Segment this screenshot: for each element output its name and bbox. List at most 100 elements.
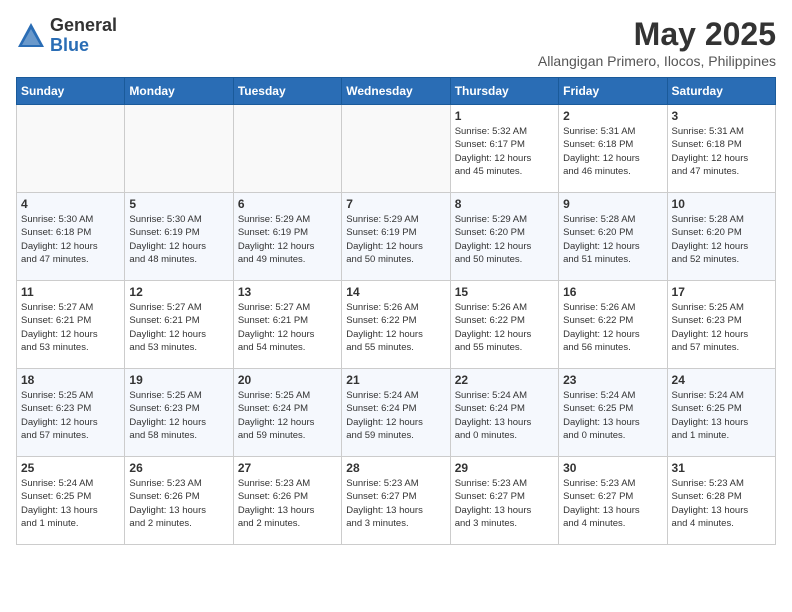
calendar-cell: 16 Sunrise: 5:26 AM Sunset: 6:22 PM Dayli…	[559, 281, 667, 369]
calendar-week-4: 18 Sunrise: 5:25 AM Sunset: 6:23 PM Dayli…	[17, 369, 776, 457]
day-number: 29	[455, 461, 554, 475]
day-number: 21	[346, 373, 445, 387]
day-number: 30	[563, 461, 662, 475]
day-number: 16	[563, 285, 662, 299]
day-info: Sunrise: 5:27 AM Sunset: 6:21 PM Dayligh…	[21, 301, 120, 354]
day-info: Sunrise: 5:32 AM Sunset: 6:17 PM Dayligh…	[455, 125, 554, 178]
calendar-cell: 9 Sunrise: 5:28 AM Sunset: 6:20 PM Daylig…	[559, 193, 667, 281]
day-number: 8	[455, 197, 554, 211]
day-number: 31	[672, 461, 771, 475]
day-number: 26	[129, 461, 228, 475]
day-info: Sunrise: 5:23 AM Sunset: 6:27 PM Dayligh…	[563, 477, 662, 530]
logo: General Blue	[16, 16, 117, 56]
calendar-cell: 21 Sunrise: 5:24 AM Sunset: 6:24 PM Dayli…	[342, 369, 450, 457]
day-number: 17	[672, 285, 771, 299]
day-info: Sunrise: 5:29 AM Sunset: 6:19 PM Dayligh…	[238, 213, 337, 266]
calendar-cell: 25 Sunrise: 5:24 AM Sunset: 6:25 PM Dayli…	[17, 457, 125, 545]
day-info: Sunrise: 5:25 AM Sunset: 6:23 PM Dayligh…	[21, 389, 120, 442]
day-info: Sunrise: 5:23 AM Sunset: 6:26 PM Dayligh…	[129, 477, 228, 530]
calendar-cell: 27Sunrise: 5:23 AM Sunset: 6:26 PM Dayli…	[233, 457, 341, 545]
day-info: Sunrise: 5:31 AM Sunset: 6:18 PM Dayligh…	[563, 125, 662, 178]
day-number: 18	[21, 373, 120, 387]
logo-general: General	[50, 16, 117, 36]
calendar-week-5: 25 Sunrise: 5:24 AM Sunset: 6:25 PM Dayli…	[17, 457, 776, 545]
calendar-cell: 22 Sunrise: 5:24 AM Sunset: 6:24 PM Dayli…	[450, 369, 558, 457]
day-info: Sunrise: 5:29 AM Sunset: 6:20 PM Dayligh…	[455, 213, 554, 266]
calendar-cell: 20 Sunrise: 5:25 AM Sunset: 6:24 PM Dayli…	[233, 369, 341, 457]
day-number: 23	[563, 373, 662, 387]
calendar-cell: 3Sunrise: 5:31 AM Sunset: 6:18 PM Daylig…	[667, 105, 775, 193]
weekday-header-sunday: Sunday	[17, 78, 125, 105]
day-info: Sunrise: 5:24 AM Sunset: 6:24 PM Dayligh…	[455, 389, 554, 442]
day-number: 10	[672, 197, 771, 211]
calendar-body: 1 Sunrise: 5:32 AM Sunset: 6:17 PM Daylig…	[17, 105, 776, 545]
calendar-cell: 4Sunrise: 5:30 AM Sunset: 6:18 PM Daylig…	[17, 193, 125, 281]
month-title: May 2025	[538, 16, 776, 53]
calendar-cell	[342, 105, 450, 193]
calendar-cell: 24Sunrise: 5:24 AM Sunset: 6:25 PM Dayli…	[667, 369, 775, 457]
calendar-cell	[233, 105, 341, 193]
calendar-cell	[125, 105, 233, 193]
calendar-cell: 31 Sunrise: 5:23 AM Sunset: 6:28 PM Dayli…	[667, 457, 775, 545]
day-number: 9	[563, 197, 662, 211]
calendar-cell: 17 Sunrise: 5:25 AM Sunset: 6:23 PM Dayli…	[667, 281, 775, 369]
day-number: 27	[238, 461, 337, 475]
day-number: 14	[346, 285, 445, 299]
calendar-week-3: 11Sunrise: 5:27 AM Sunset: 6:21 PM Dayli…	[17, 281, 776, 369]
day-info: Sunrise: 5:24 AM Sunset: 6:24 PM Dayligh…	[346, 389, 445, 442]
calendar-cell: 28Sunrise: 5:23 AM Sunset: 6:27 PM Dayli…	[342, 457, 450, 545]
day-number: 12	[129, 285, 228, 299]
day-info: Sunrise: 5:25 AM Sunset: 6:23 PM Dayligh…	[672, 301, 771, 354]
day-info: Sunrise: 5:26 AM Sunset: 6:22 PM Dayligh…	[346, 301, 445, 354]
logo-text: General Blue	[50, 16, 117, 56]
calendar-cell: 10 Sunrise: 5:28 AM Sunset: 6:20 PM Dayli…	[667, 193, 775, 281]
calendar-cell: 23 Sunrise: 5:24 AM Sunset: 6:25 PM Dayli…	[559, 369, 667, 457]
calendar-cell: 29 Sunrise: 5:23 AM Sunset: 6:27 PM Dayli…	[450, 457, 558, 545]
calendar-cell	[17, 105, 125, 193]
calendar-cell: 1 Sunrise: 5:32 AM Sunset: 6:17 PM Daylig…	[450, 105, 558, 193]
day-info: Sunrise: 5:28 AM Sunset: 6:20 PM Dayligh…	[563, 213, 662, 266]
day-info: Sunrise: 5:29 AM Sunset: 6:19 PM Dayligh…	[346, 213, 445, 266]
day-number: 25	[21, 461, 120, 475]
day-number: 7	[346, 197, 445, 211]
day-info: Sunrise: 5:24 AM Sunset: 6:25 PM Dayligh…	[672, 389, 771, 442]
day-info: Sunrise: 5:30 AM Sunset: 6:19 PM Dayligh…	[129, 213, 228, 266]
calendar-cell: 14 Sunrise: 5:26 AM Sunset: 6:22 PM Dayli…	[342, 281, 450, 369]
day-info: Sunrise: 5:27 AM Sunset: 6:21 PM Dayligh…	[129, 301, 228, 354]
header: General Blue May 2025 Allangigan Primero…	[16, 16, 776, 69]
calendar-cell: 18 Sunrise: 5:25 AM Sunset: 6:23 PM Dayli…	[17, 369, 125, 457]
calendar-cell: 30 Sunrise: 5:23 AM Sunset: 6:27 PM Dayli…	[559, 457, 667, 545]
day-info: Sunrise: 5:25 AM Sunset: 6:24 PM Dayligh…	[238, 389, 337, 442]
day-info: Sunrise: 5:24 AM Sunset: 6:25 PM Dayligh…	[21, 477, 120, 530]
day-number: 15	[455, 285, 554, 299]
calendar-cell: 11Sunrise: 5:27 AM Sunset: 6:21 PM Dayli…	[17, 281, 125, 369]
day-info: Sunrise: 5:26 AM Sunset: 6:22 PM Dayligh…	[563, 301, 662, 354]
calendar-cell: 8 Sunrise: 5:29 AM Sunset: 6:20 PM Daylig…	[450, 193, 558, 281]
day-info: Sunrise: 5:23 AM Sunset: 6:27 PM Dayligh…	[346, 477, 445, 530]
calendar-cell: 15Sunrise: 5:26 AM Sunset: 6:22 PM Dayli…	[450, 281, 558, 369]
calendar-cell: 26 Sunrise: 5:23 AM Sunset: 6:26 PM Dayli…	[125, 457, 233, 545]
location-subtitle: Allangigan Primero, Ilocos, Philippines	[538, 53, 776, 69]
day-info: Sunrise: 5:23 AM Sunset: 6:27 PM Dayligh…	[455, 477, 554, 530]
calendar-header: SundayMondayTuesdayWednesdayThursdayFrid…	[17, 78, 776, 105]
day-number: 1	[455, 109, 554, 123]
day-number: 6	[238, 197, 337, 211]
day-info: Sunrise: 5:23 AM Sunset: 6:28 PM Dayligh…	[672, 477, 771, 530]
day-number: 22	[455, 373, 554, 387]
day-number: 19	[129, 373, 228, 387]
day-info: Sunrise: 5:24 AM Sunset: 6:25 PM Dayligh…	[563, 389, 662, 442]
day-number: 20	[238, 373, 337, 387]
calendar-week-1: 1 Sunrise: 5:32 AM Sunset: 6:17 PM Daylig…	[17, 105, 776, 193]
day-number: 5	[129, 197, 228, 211]
day-number: 4	[21, 197, 120, 211]
day-info: Sunrise: 5:28 AM Sunset: 6:20 PM Dayligh…	[672, 213, 771, 266]
title-area: May 2025 Allangigan Primero, Ilocos, Phi…	[538, 16, 776, 69]
weekday-header-monday: Monday	[125, 78, 233, 105]
weekday-header-row: SundayMondayTuesdayWednesdayThursdayFrid…	[17, 78, 776, 105]
day-info: Sunrise: 5:27 AM Sunset: 6:21 PM Dayligh…	[238, 301, 337, 354]
calendar-cell: 6 Sunrise: 5:29 AM Sunset: 6:19 PM Daylig…	[233, 193, 341, 281]
calendar-cell: 7 Sunrise: 5:29 AM Sunset: 6:19 PM Daylig…	[342, 193, 450, 281]
day-number: 2	[563, 109, 662, 123]
day-number: 3	[672, 109, 771, 123]
calendar-week-2: 4Sunrise: 5:30 AM Sunset: 6:18 PM Daylig…	[17, 193, 776, 281]
